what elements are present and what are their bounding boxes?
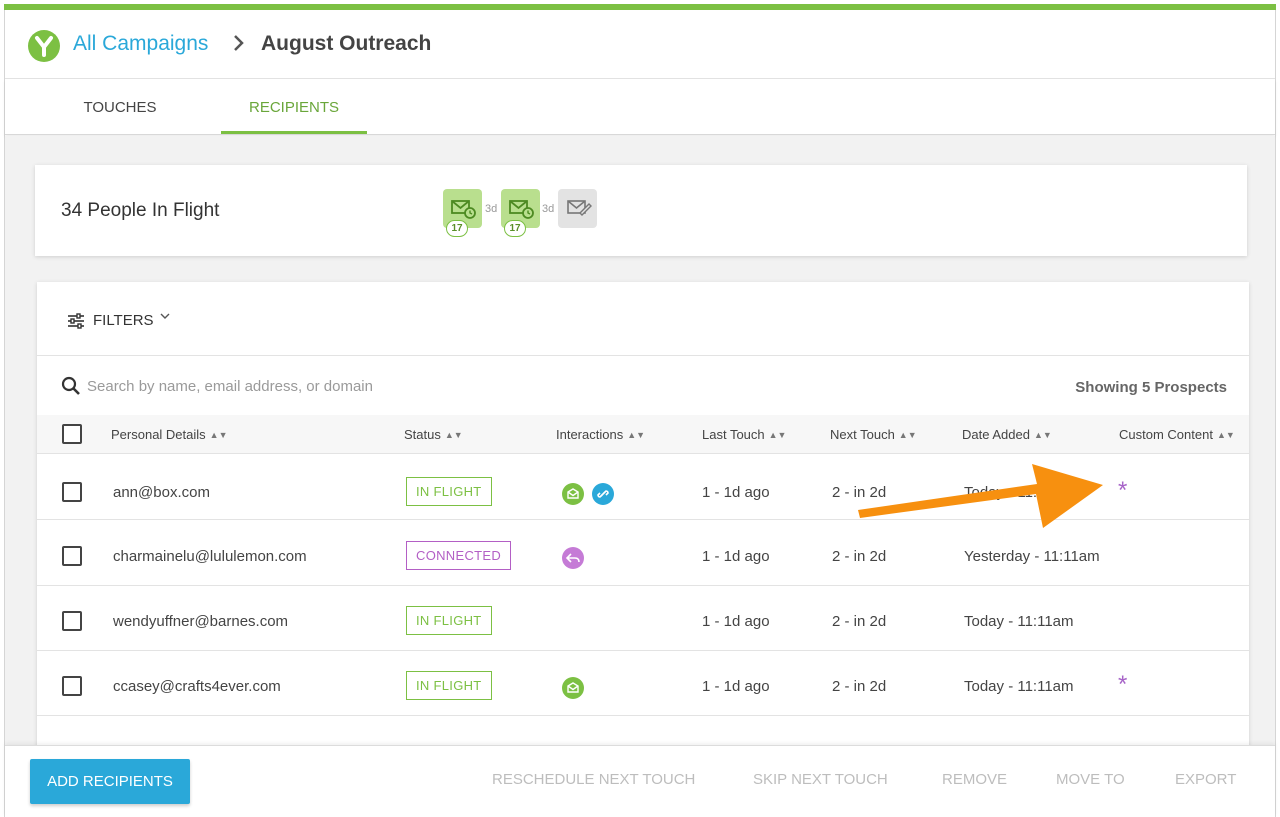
bulk-actions-footer: ADD RECIPIENTS RESCHEDULE NEXT TOUCH SKI… bbox=[5, 745, 1275, 817]
last-touch: 1 - 1d ago bbox=[702, 613, 770, 630]
showing-count: Showing 5 Prospects bbox=[1075, 379, 1227, 396]
row-checkbox[interactable] bbox=[62, 676, 82, 696]
touch-2-count-badge: 17 bbox=[504, 220, 526, 237]
date-added: Yesterday - 11:11am bbox=[964, 548, 1100, 565]
breadcrumb-chevron-icon bbox=[232, 33, 246, 59]
touch-delay-2: 3d bbox=[542, 203, 555, 215]
custom-content-asterisk-icon[interactable]: * bbox=[1118, 671, 1127, 699]
touch-delay-1: 3d bbox=[485, 203, 498, 215]
column-personal-details[interactable]: Personal Details ▲▼ bbox=[111, 427, 227, 442]
status-badge: CONNECTED bbox=[406, 541, 512, 570]
status-badge: IN FLIGHT bbox=[406, 477, 492, 506]
table-row[interactable]: charmainelu@lululemon.com CONNECTED 1 - … bbox=[37, 521, 1249, 586]
status-badge: IN FLIGHT bbox=[406, 671, 492, 700]
column-interactions[interactable]: Interactions ▲▼ bbox=[556, 427, 645, 442]
next-touch: 2 - in 2d bbox=[832, 484, 887, 501]
page-title: August Outreach bbox=[261, 32, 432, 55]
recipient-email[interactable]: ccasey@crafts4ever.com bbox=[113, 678, 281, 695]
custom-content-asterisk-icon[interactable]: * bbox=[1118, 477, 1127, 505]
next-touch: 2 - in 2d bbox=[832, 613, 887, 630]
sort-icon: ▲▼ bbox=[444, 430, 463, 440]
touch-2-block[interactable]: 17 bbox=[501, 189, 540, 237]
row-checkbox[interactable] bbox=[62, 611, 82, 631]
move-to-button[interactable]: MOVE TO bbox=[1056, 771, 1125, 788]
y-logo-icon[interactable] bbox=[28, 30, 60, 62]
touch-1-block[interactable]: 17 bbox=[443, 189, 482, 237]
next-touch: 2 - in 2d bbox=[832, 548, 887, 565]
sort-icon: ▲▼ bbox=[627, 430, 646, 440]
reply-icon bbox=[562, 547, 584, 569]
breadcrumb-all-campaigns[interactable]: All Campaigns bbox=[73, 32, 208, 56]
email-draft-icon bbox=[567, 200, 592, 216]
reschedule-next-touch-button[interactable]: RESCHEDULE NEXT TOUCH bbox=[492, 771, 695, 788]
recipient-email[interactable]: ann@box.com bbox=[113, 484, 210, 501]
row-checkbox[interactable] bbox=[62, 482, 82, 502]
table-header-row: Personal Details ▲▼ Status ▲▼ Interactions… bbox=[37, 415, 1249, 454]
date-added: Today - 11: bbox=[964, 484, 1038, 501]
column-custom-content[interactable]: Custom Content ▲▼ bbox=[1119, 427, 1235, 442]
date-added: Today - 11:11am bbox=[964, 678, 1074, 695]
column-next-touch[interactable]: Next Touch ▲▼ bbox=[830, 427, 917, 442]
table-row[interactable]: ann@box.com IN FLIGHT 1 - 1d ago 2 - in … bbox=[37, 455, 1249, 520]
export-button[interactable]: EXPORT bbox=[1175, 771, 1236, 788]
sort-icon: ▲▼ bbox=[1033, 430, 1052, 440]
date-added: Today - 11:11am bbox=[964, 613, 1074, 630]
status-badge: IN FLIGHT bbox=[406, 606, 492, 635]
filters-divider bbox=[37, 355, 1249, 356]
sort-icon: ▲▼ bbox=[209, 430, 228, 440]
tab-recipients[interactable]: RECIPIENTS bbox=[221, 79, 367, 134]
next-touch: 2 - in 2d bbox=[832, 678, 887, 695]
recipients-table-card: FILTERS Showing 5 Prospects Personal Det… bbox=[37, 282, 1249, 752]
tab-touches[interactable]: TOUCHES bbox=[65, 79, 175, 134]
last-touch: 1 - 1d ago bbox=[702, 548, 770, 565]
sort-icon: ▲▼ bbox=[1216, 430, 1235, 440]
column-status[interactable]: Status ▲▼ bbox=[404, 427, 463, 442]
recipient-email[interactable]: wendyuffner@barnes.com bbox=[113, 613, 288, 630]
sort-icon: ▲▼ bbox=[898, 430, 917, 440]
touch-3-block[interactable] bbox=[558, 189, 597, 228]
people-in-flight-count: 34 People In Flight bbox=[61, 200, 220, 221]
sort-icon: ▲▼ bbox=[768, 430, 787, 440]
page-header: All Campaigns August Outreach bbox=[5, 10, 1275, 79]
remove-button[interactable]: REMOVE bbox=[942, 771, 1007, 788]
column-date-added[interactable]: Date Added ▲▼ bbox=[962, 427, 1052, 442]
filters-label: FILTERS bbox=[93, 312, 154, 329]
recipient-email[interactable]: charmainelu@lululemon.com bbox=[113, 548, 307, 565]
column-last-touch[interactable]: Last Touch ▲▼ bbox=[702, 427, 786, 442]
sliders-icon bbox=[67, 312, 85, 334]
row-checkbox[interactable] bbox=[62, 546, 82, 566]
search-icon bbox=[61, 376, 81, 401]
campaign-summary-card: 34 People In Flight 17 3d 17 3d bbox=[35, 165, 1247, 256]
add-recipients-button[interactable]: ADD RECIPIENTS bbox=[30, 759, 190, 804]
table-row[interactable]: wendyuffner@barnes.com IN FLIGHT 1 - 1d … bbox=[37, 586, 1249, 651]
link-clicked-icon bbox=[592, 483, 614, 505]
last-touch: 1 - 1d ago bbox=[702, 484, 770, 501]
email-opened-icon bbox=[562, 677, 584, 699]
tab-bar: TOUCHES RECIPIENTS bbox=[5, 79, 1275, 135]
chevron-down-icon bbox=[159, 310, 171, 325]
email-opened-icon bbox=[562, 483, 584, 505]
select-all-checkbox[interactable] bbox=[62, 424, 82, 444]
table-row[interactable]: ccasey@crafts4ever.com IN FLIGHT 1 - 1d … bbox=[37, 651, 1249, 716]
skip-next-touch-button[interactable]: SKIP NEXT TOUCH bbox=[753, 771, 888, 788]
last-touch: 1 - 1d ago bbox=[702, 678, 770, 695]
touch-1-count-badge: 17 bbox=[446, 220, 468, 237]
search-input[interactable] bbox=[87, 374, 787, 398]
